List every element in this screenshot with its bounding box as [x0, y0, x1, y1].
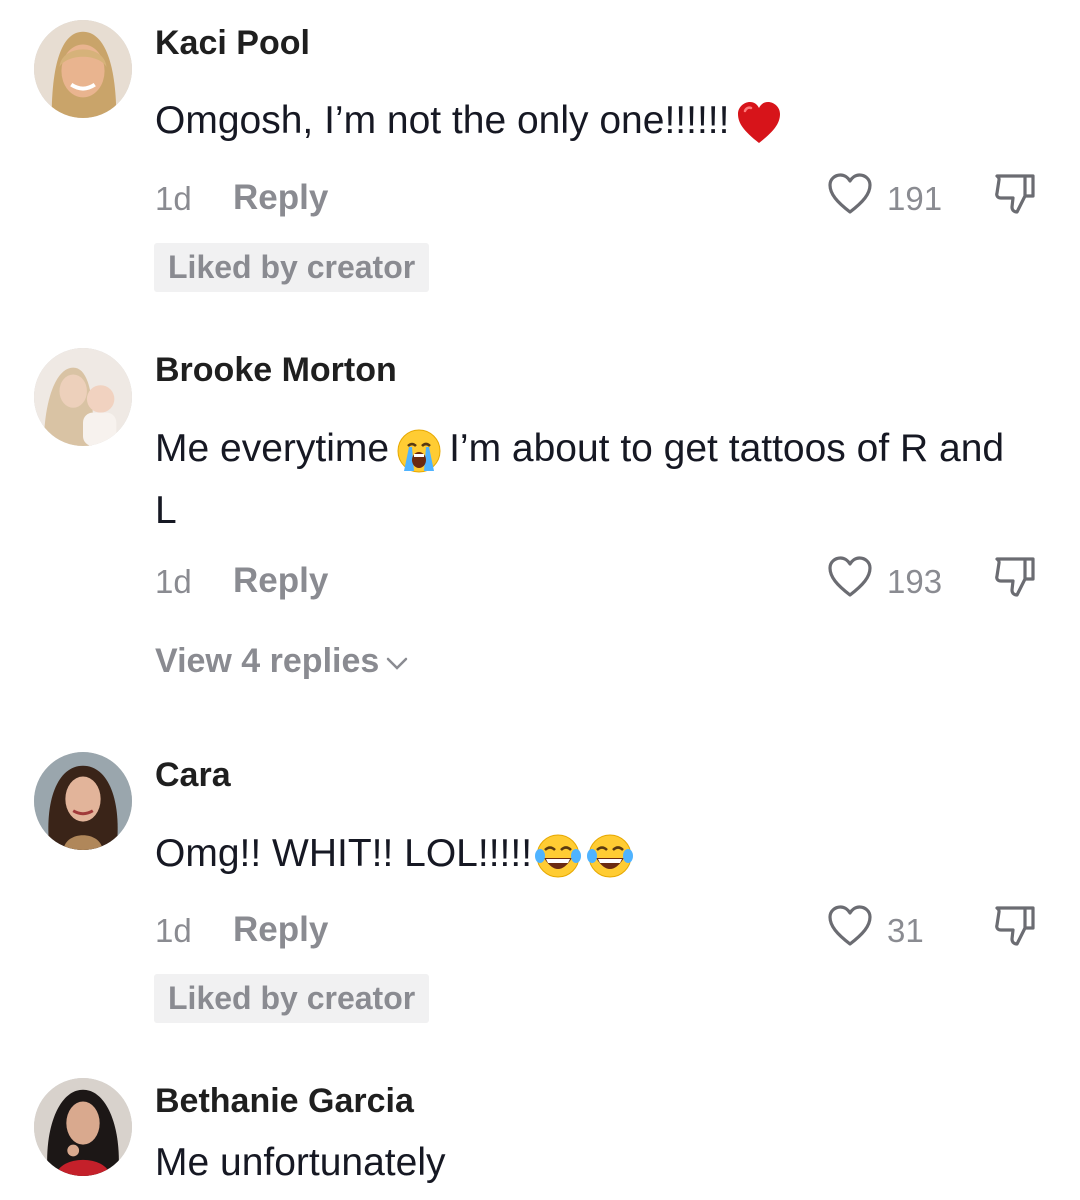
comment-text-body: Me unfortunately	[155, 1141, 446, 1184]
comment-username[interactable]: Bethanie Garcia	[155, 1082, 414, 1121]
avatar-photo	[34, 1078, 132, 1176]
avatar[interactable]	[34, 1078, 132, 1176]
comment-text: Me unfortunately	[155, 1132, 1035, 1194]
comment-item: Bethanie Garcia Me unfortunately	[0, 0, 1080, 1200]
